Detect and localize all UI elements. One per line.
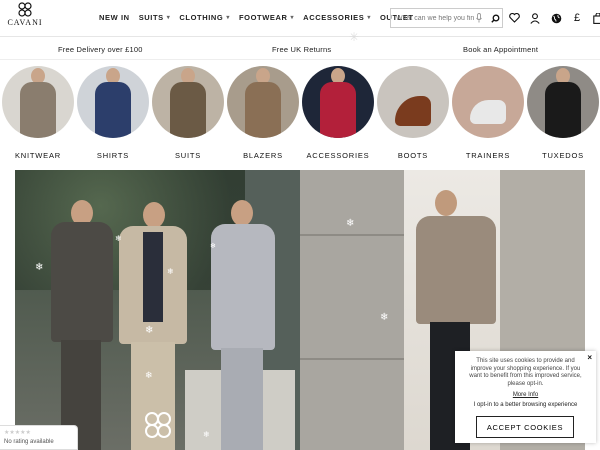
category-label: KNITWEAR xyxy=(15,151,61,160)
nav-clothing[interactable]: CLOTHING ▾ xyxy=(179,13,230,22)
free-returns-link[interactable]: Free UK Returns xyxy=(272,45,331,54)
snowflake-icon: ❄ xyxy=(167,267,174,276)
category-image xyxy=(227,66,299,138)
hero-image-group xyxy=(15,170,300,450)
nav-footwear[interactable]: FOOTWEAR ▾ xyxy=(239,13,294,22)
chevron-down-icon: ▾ xyxy=(166,15,171,21)
main-nav: NEW IN SUITS ▾ CLOTHING ▾ FOOTWEAR ▾ ACCESS… xyxy=(99,13,414,22)
model-figure xyxy=(43,200,123,450)
search-box xyxy=(390,8,503,28)
sparkle-icon: ✳ xyxy=(349,30,360,44)
category-image xyxy=(2,66,74,138)
search-icon[interactable] xyxy=(488,11,502,25)
info-bar: Free Delivery over £100 Free UK Returns … xyxy=(0,38,600,60)
accept-cookies-button[interactable]: ACCEPT COOKIES xyxy=(476,416,574,438)
bag-icon[interactable] xyxy=(592,11,600,25)
category-accessories[interactable]: ACCESSORIES xyxy=(302,66,374,160)
stone-pillar xyxy=(300,234,404,236)
snowflake-icon: ❄ xyxy=(145,370,153,380)
category-carousel: KNITWEAR SHIRTS SUITS BLAZERS ACCESSORIE… xyxy=(0,66,600,166)
microphone-icon[interactable] xyxy=(474,11,484,25)
category-boots[interactable]: BOOTS xyxy=(377,66,449,160)
category-image xyxy=(452,66,524,138)
category-image xyxy=(302,66,374,138)
category-label: TRAINERS xyxy=(465,151,511,160)
category-shirts[interactable]: SHIRTS xyxy=(77,66,149,160)
category-blazers[interactable]: BLAZERS xyxy=(227,66,299,160)
snowflake-icon: ❄ xyxy=(35,262,44,273)
snowflake-icon: ❄ xyxy=(145,325,154,336)
globe-icon[interactable] xyxy=(550,11,562,25)
nav-label: FOOTWEAR xyxy=(239,13,288,22)
category-image xyxy=(377,66,449,138)
category-label: SHIRTS xyxy=(96,151,130,160)
cookie-message: This site uses cookies to provide and im… xyxy=(469,358,582,387)
nav-new-in[interactable]: NEW IN xyxy=(99,13,130,22)
heart-icon[interactable] xyxy=(508,11,520,25)
cookie-banner: × This site uses cookies to provide and … xyxy=(455,351,596,443)
category-label: ACCESSORIES xyxy=(306,151,370,160)
category-image xyxy=(527,66,599,138)
nav-label: NEW IN xyxy=(99,13,130,22)
cookie-more-info-link[interactable]: More Info xyxy=(455,392,596,398)
cookie-opt-in-link[interactable]: I opt-in to a better browsing experience xyxy=(455,402,596,408)
stone-pillar xyxy=(300,358,404,360)
nav-suits[interactable]: SUITS ▾ xyxy=(139,13,171,22)
category-image xyxy=(152,66,224,138)
free-delivery-link[interactable]: Free Delivery over £100 xyxy=(58,45,143,54)
snowflake-icon: ❄ xyxy=(115,234,122,243)
nav-label: ACCESSORIES xyxy=(303,13,365,22)
snowflake-icon: ❄ xyxy=(203,430,210,439)
category-label: TUXEDOS xyxy=(542,151,584,160)
brand-name: CAVANI xyxy=(7,18,43,27)
book-appointment-link[interactable]: Book an Appointment xyxy=(463,45,538,54)
rating-stars: ★★★★★ xyxy=(4,430,31,436)
rating-widget[interactable]: ★★★★★ No rating available xyxy=(0,425,78,450)
nav-accessories[interactable]: ACCESSORIES ▾ xyxy=(303,13,371,22)
watermark-logo-icon xyxy=(145,412,171,438)
nav-label: CLOTHING xyxy=(179,13,224,22)
close-icon[interactable]: × xyxy=(587,353,592,362)
category-label: BOOTS xyxy=(397,151,429,160)
model-figure xyxy=(205,200,280,450)
header-icons: £ xyxy=(508,11,600,25)
chevron-down-icon: ▾ xyxy=(290,15,295,21)
logo-mark-icon xyxy=(18,2,32,17)
search-input[interactable] xyxy=(396,14,474,22)
category-tuxedos[interactable]: TUXEDOS xyxy=(527,66,599,160)
chevron-down-icon: ▾ xyxy=(367,15,371,21)
category-suits[interactable]: SUITS xyxy=(152,66,224,160)
snowflake-icon: ❄ xyxy=(346,218,355,229)
currency-icon[interactable]: £ xyxy=(571,11,583,25)
rating-text: No rating available xyxy=(4,439,54,445)
chevron-down-icon: ▾ xyxy=(226,15,230,21)
category-image xyxy=(77,66,149,138)
account-icon[interactable] xyxy=(529,11,541,25)
snowflake-icon: ❄ xyxy=(210,243,216,250)
stone-pillar xyxy=(300,170,404,450)
category-label: SUITS xyxy=(174,151,202,160)
category-trainers[interactable]: TRAINERS xyxy=(452,66,524,160)
brand-logo[interactable]: CAVANI xyxy=(4,2,46,34)
snowflake-icon: ❄ xyxy=(380,312,389,323)
category-label: BLAZERS xyxy=(243,151,283,160)
nav-label: SUITS xyxy=(138,13,164,22)
site-header: CAVANI NEW IN SUITS ▾ CLOTHING ▾ FOOTWEAR ▾… xyxy=(0,0,600,37)
category-knitwear[interactable]: KNITWEAR xyxy=(2,66,74,160)
